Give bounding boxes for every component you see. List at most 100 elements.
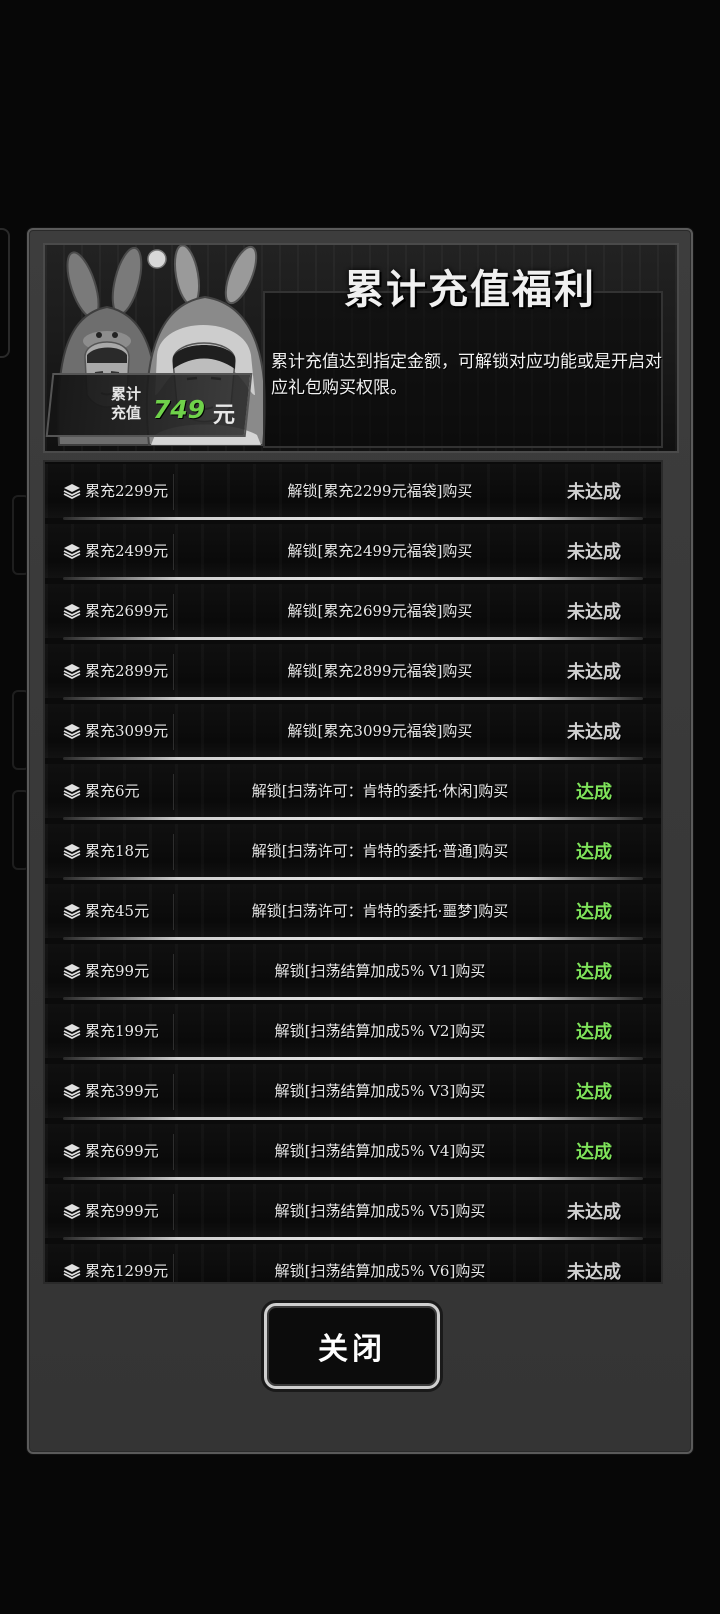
row-tier-label: 累充999元 xyxy=(85,1202,159,1220)
dialog-title: 累计充值福利 xyxy=(344,267,596,313)
reward-tier-list[interactable]: 累充2299元 解锁[累充2299元福袋]购买 未达成 累充2499元 解锁[累充249… xyxy=(43,460,663,1284)
row-tier-label: 累充18元 xyxy=(85,842,150,860)
layers-icon xyxy=(63,544,81,560)
row-divider xyxy=(173,834,174,870)
row-reward-text: 解锁[累充2699元福袋]购买 xyxy=(287,602,473,620)
row-status: 未达成 xyxy=(567,722,621,743)
row-reward-text: 解锁[扫荡结算加成5% V3]购买 xyxy=(274,1082,486,1100)
row-tier-label: 累充1299元 xyxy=(85,1262,169,1280)
row-divider xyxy=(173,1194,174,1230)
reward-row: 累充2499元 解锁[累充2499元福袋]购买 未达成 xyxy=(45,522,661,582)
row-status: 达成 xyxy=(576,902,612,923)
row-reward-text: 解锁[扫荡结算加成5% V1]购买 xyxy=(274,962,486,980)
row-separator xyxy=(63,937,643,940)
reward-row: 累充999元 解锁[扫荡结算加成5% V5]购买 未达成 xyxy=(45,1182,661,1242)
row-reward-text: 解锁[累充2499元福袋]购买 xyxy=(287,542,473,560)
reward-row: 累充6元 解锁[扫荡许可：肯特的委托·休闲]购买 达成 xyxy=(45,762,661,822)
layers-icon xyxy=(63,904,81,920)
reward-row: 累充2899元 解锁[累充2899元福袋]购买 未达成 xyxy=(45,642,661,702)
row-separator xyxy=(63,1237,643,1240)
reward-row: 累充18元 解锁[扫荡许可：肯特的委托·普通]购买 达成 xyxy=(45,822,661,882)
row-reward-text: 解锁[扫荡结算加成5% V6]购买 xyxy=(274,1262,486,1280)
total-label-line1: 累计 xyxy=(110,385,141,403)
row-reward-text: 解锁[扫荡许可：肯特的委托·休闲]购买 xyxy=(251,782,509,800)
layers-icon xyxy=(63,1024,81,1040)
row-divider xyxy=(173,534,174,570)
layers-icon xyxy=(63,844,81,860)
row-divider xyxy=(173,894,174,930)
close-button-label: 关闭 xyxy=(318,1332,386,1367)
row-reward-text: 解锁[累充3099元福袋]购买 xyxy=(287,722,473,740)
row-tier-label: 累充99元 xyxy=(85,962,150,980)
row-tier-label: 累充6元 xyxy=(85,782,140,800)
layers-icon xyxy=(63,664,81,680)
row-tier-label: 累充2699元 xyxy=(85,602,169,620)
row-tier-label: 累充2299元 xyxy=(85,482,169,500)
game-screen: 累计 充值 749 元 累计充值福利 累计充值达到指定金额，可解锁对应功能或是开… xyxy=(0,0,720,1614)
row-tier-label: 累充45元 xyxy=(85,902,150,920)
row-divider xyxy=(173,1074,174,1110)
reward-row: 累充2299元 解锁[累充2299元福袋]购买 未达成 xyxy=(45,462,661,522)
row-divider xyxy=(173,594,174,630)
layers-icon xyxy=(63,484,81,500)
row-tier-label: 累充199元 xyxy=(85,1022,159,1040)
row-status: 达成 xyxy=(576,1082,612,1103)
layers-icon xyxy=(63,964,81,980)
row-status: 未达成 xyxy=(567,542,621,563)
layers-icon xyxy=(63,784,81,800)
row-divider xyxy=(173,714,174,750)
total-recharge-value: 749 xyxy=(152,395,205,424)
row-status: 未达成 xyxy=(567,482,621,503)
row-reward-text: 解锁[累充2899元福袋]购买 xyxy=(287,662,473,680)
row-separator xyxy=(63,517,643,520)
layers-icon xyxy=(63,1144,81,1160)
row-reward-text: 解锁[扫荡结算加成5% V5]购买 xyxy=(274,1202,486,1220)
row-reward-text: 解锁[扫荡许可：肯特的委托·普通]购买 xyxy=(251,842,509,860)
row-divider xyxy=(173,654,174,690)
row-status: 未达成 xyxy=(567,662,621,683)
row-separator xyxy=(63,1177,643,1180)
row-status: 未达成 xyxy=(567,602,621,623)
row-divider xyxy=(173,774,174,810)
background-side-tab xyxy=(0,228,10,358)
row-divider xyxy=(173,1014,174,1050)
row-tier-label: 累充2899元 xyxy=(85,662,169,680)
reward-row: 累充399元 解锁[扫荡结算加成5% V3]购买 达成 xyxy=(45,1062,661,1122)
total-recharge-label: 累计 充值 xyxy=(81,385,141,423)
layers-icon xyxy=(63,604,81,620)
row-separator xyxy=(63,997,643,1000)
reward-row: 累充45元 解锁[扫荡许可：肯特的委托·噩梦]购买 达成 xyxy=(45,882,661,942)
row-separator xyxy=(63,637,643,640)
row-separator xyxy=(63,1057,643,1060)
row-reward-text: 解锁[扫荡许可：肯特的委托·噩梦]购买 xyxy=(251,902,509,920)
row-tier-label: 累充699元 xyxy=(85,1142,159,1160)
layers-icon xyxy=(63,1084,81,1100)
layers-icon xyxy=(63,724,81,740)
row-tier-label: 累充3099元 xyxy=(85,722,169,740)
row-separator xyxy=(63,697,643,700)
row-divider xyxy=(173,1254,174,1282)
row-status: 未达成 xyxy=(567,1262,621,1283)
reward-row: 累充199元 解锁[扫荡结算加成5% V2]购买 达成 xyxy=(45,1002,661,1062)
dialog-header-banner: 累计 充值 749 元 累计充值福利 累计充值达到指定金额，可解锁对应功能或是开… xyxy=(43,243,679,453)
row-reward-text: 解锁[累充2299元福袋]购买 xyxy=(287,482,473,500)
total-recharge-unit: 元 xyxy=(213,402,236,428)
row-status: 达成 xyxy=(576,1022,612,1043)
row-status: 未达成 xyxy=(567,1202,621,1223)
row-divider xyxy=(173,474,174,510)
row-reward-text: 解锁[扫荡结算加成5% V4]购买 xyxy=(274,1142,486,1160)
close-button[interactable]: 关闭 xyxy=(264,1303,440,1389)
row-status: 达成 xyxy=(576,962,612,983)
layers-icon xyxy=(63,1264,81,1280)
row-separator xyxy=(63,877,643,880)
dialog-description: 累计充值达到指定金额，可解锁对应功能或是开启对应礼包购买权限。 xyxy=(271,352,662,398)
row-divider xyxy=(173,954,174,990)
total-label-line2: 充值 xyxy=(110,404,141,422)
layers-icon xyxy=(63,1204,81,1220)
row-separator xyxy=(63,1117,643,1120)
row-divider xyxy=(173,1134,174,1170)
reward-row: 累充2699元 解锁[累充2699元福袋]购买 未达成 xyxy=(45,582,661,642)
row-reward-text: 解锁[扫荡结算加成5% V2]购买 xyxy=(274,1022,486,1040)
reward-row: 累充1299元 解锁[扫荡结算加成5% V6]购买 未达成 xyxy=(45,1242,661,1283)
row-separator xyxy=(63,577,643,580)
